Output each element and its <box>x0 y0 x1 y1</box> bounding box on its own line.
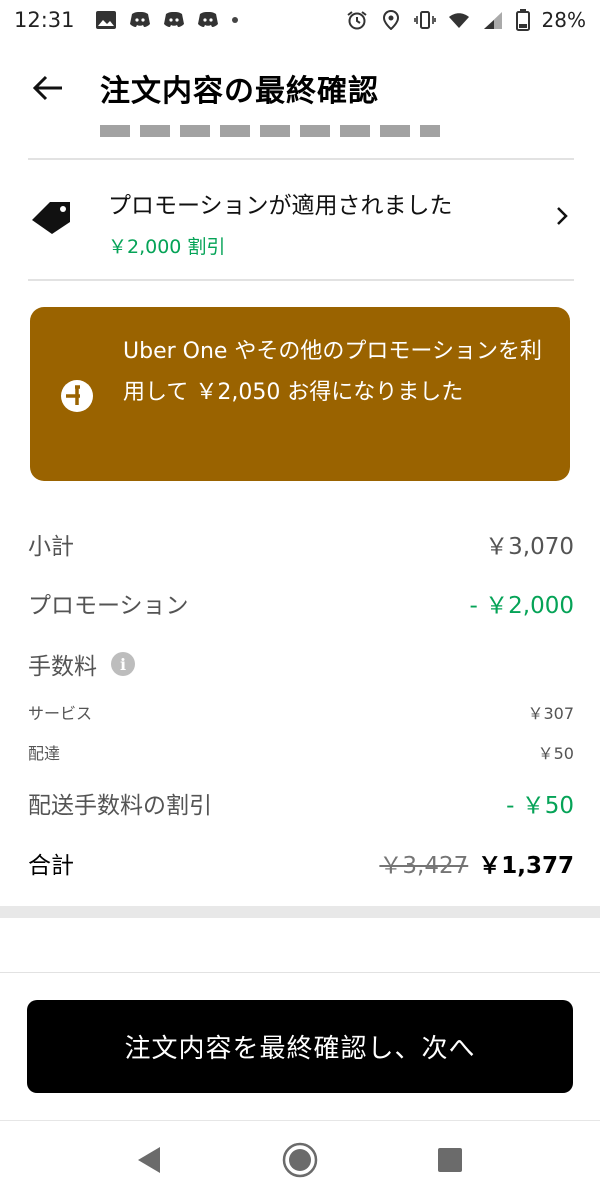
service-label: サービス <box>28 704 93 723</box>
promotion-row[interactable]: プロモーションが適用されました ￥2,000 割引 <box>0 162 600 278</box>
promotion-amount: ￥2,000 割引 <box>108 236 226 258</box>
page-title: 注文内容の最終確認 <box>100 74 379 109</box>
total-original-price: ￥3,427 <box>379 853 469 879</box>
battery-percent: 28% <box>541 8 586 32</box>
divider <box>28 158 574 160</box>
gallery-icon <box>95 11 116 29</box>
service-value: ￥307 <box>527 704 574 723</box>
vibrate-icon <box>413 11 436 29</box>
status-bar: 12:31 28% <box>0 0 600 40</box>
service-fee-row: サービス ￥307 <box>28 700 574 724</box>
nav-home-icon[interactable] <box>281 1141 319 1179</box>
navigation-bar <box>0 1120 600 1200</box>
discord-icon <box>163 12 184 27</box>
discord-icon <box>197 12 218 27</box>
delivery-discount-label: 配送手数料の割引 <box>28 793 212 819</box>
battery-icon <box>515 9 530 31</box>
savings-banner: Uber One やその他のプロモーションを利用して ￥2,050 お得になりま… <box>30 307 570 481</box>
promotion-value: - ￥2,000 <box>469 593 574 619</box>
promotion-discount-row: プロモーション - ￥2,000 <box>28 586 574 620</box>
total-label: 合計 <box>28 853 74 879</box>
scrolled-content-hint <box>100 125 440 137</box>
chevron-right-icon <box>557 207 568 225</box>
section-divider <box>0 906 600 918</box>
promotion-label: プロモーション <box>28 593 189 619</box>
fees-row: 手数料 i <box>28 647 574 681</box>
wifi-icon <box>448 13 469 28</box>
delivery-discount-row: 配送手数料の割引 - ￥50 <box>28 786 574 820</box>
total-value: ￥1,377 <box>478 853 574 879</box>
nav-back-icon[interactable] <box>136 1145 162 1175</box>
delivery-discount-value: - ￥50 <box>506 793 574 819</box>
notification-dot-icon <box>231 17 238 23</box>
location-icon <box>382 10 399 30</box>
fees-label: 手数料 <box>28 654 97 680</box>
discord-icon <box>129 12 150 27</box>
delivery-label: 配達 <box>28 744 61 763</box>
status-time: 12:31 <box>14 8 75 32</box>
divider <box>0 972 600 973</box>
subtotal-label: 小計 <box>28 534 74 560</box>
tag-icon <box>32 202 70 234</box>
info-icon[interactable]: i <box>111 652 135 676</box>
back-button[interactable] <box>28 68 68 108</box>
signal-icon <box>483 12 502 29</box>
subtotal-value: ￥3,070 <box>485 534 574 560</box>
subtotal-row: 小計 ￥3,070 <box>28 527 574 561</box>
uber-one-icon <box>61 380 93 412</box>
back-arrow-icon <box>32 75 62 101</box>
nav-recents-icon[interactable] <box>438 1148 462 1172</box>
divider <box>28 279 574 281</box>
promotion-title: プロモーションが適用されました <box>108 193 453 219</box>
delivery-value: ￥50 <box>537 744 574 763</box>
delivery-fee-row: 配達 ￥50 <box>28 740 574 764</box>
alarm-icon <box>346 11 367 30</box>
savings-text: Uber One やその他のプロモーションを利用して ￥2,050 お得になりま… <box>123 339 542 405</box>
header: 注文内容の最終確認 <box>0 52 600 122</box>
total-row: 合計 ￥3,427 ￥1,377 <box>28 846 574 880</box>
confirm-next-button[interactable]: 注文内容を最終確認し、次へ <box>27 1000 573 1093</box>
